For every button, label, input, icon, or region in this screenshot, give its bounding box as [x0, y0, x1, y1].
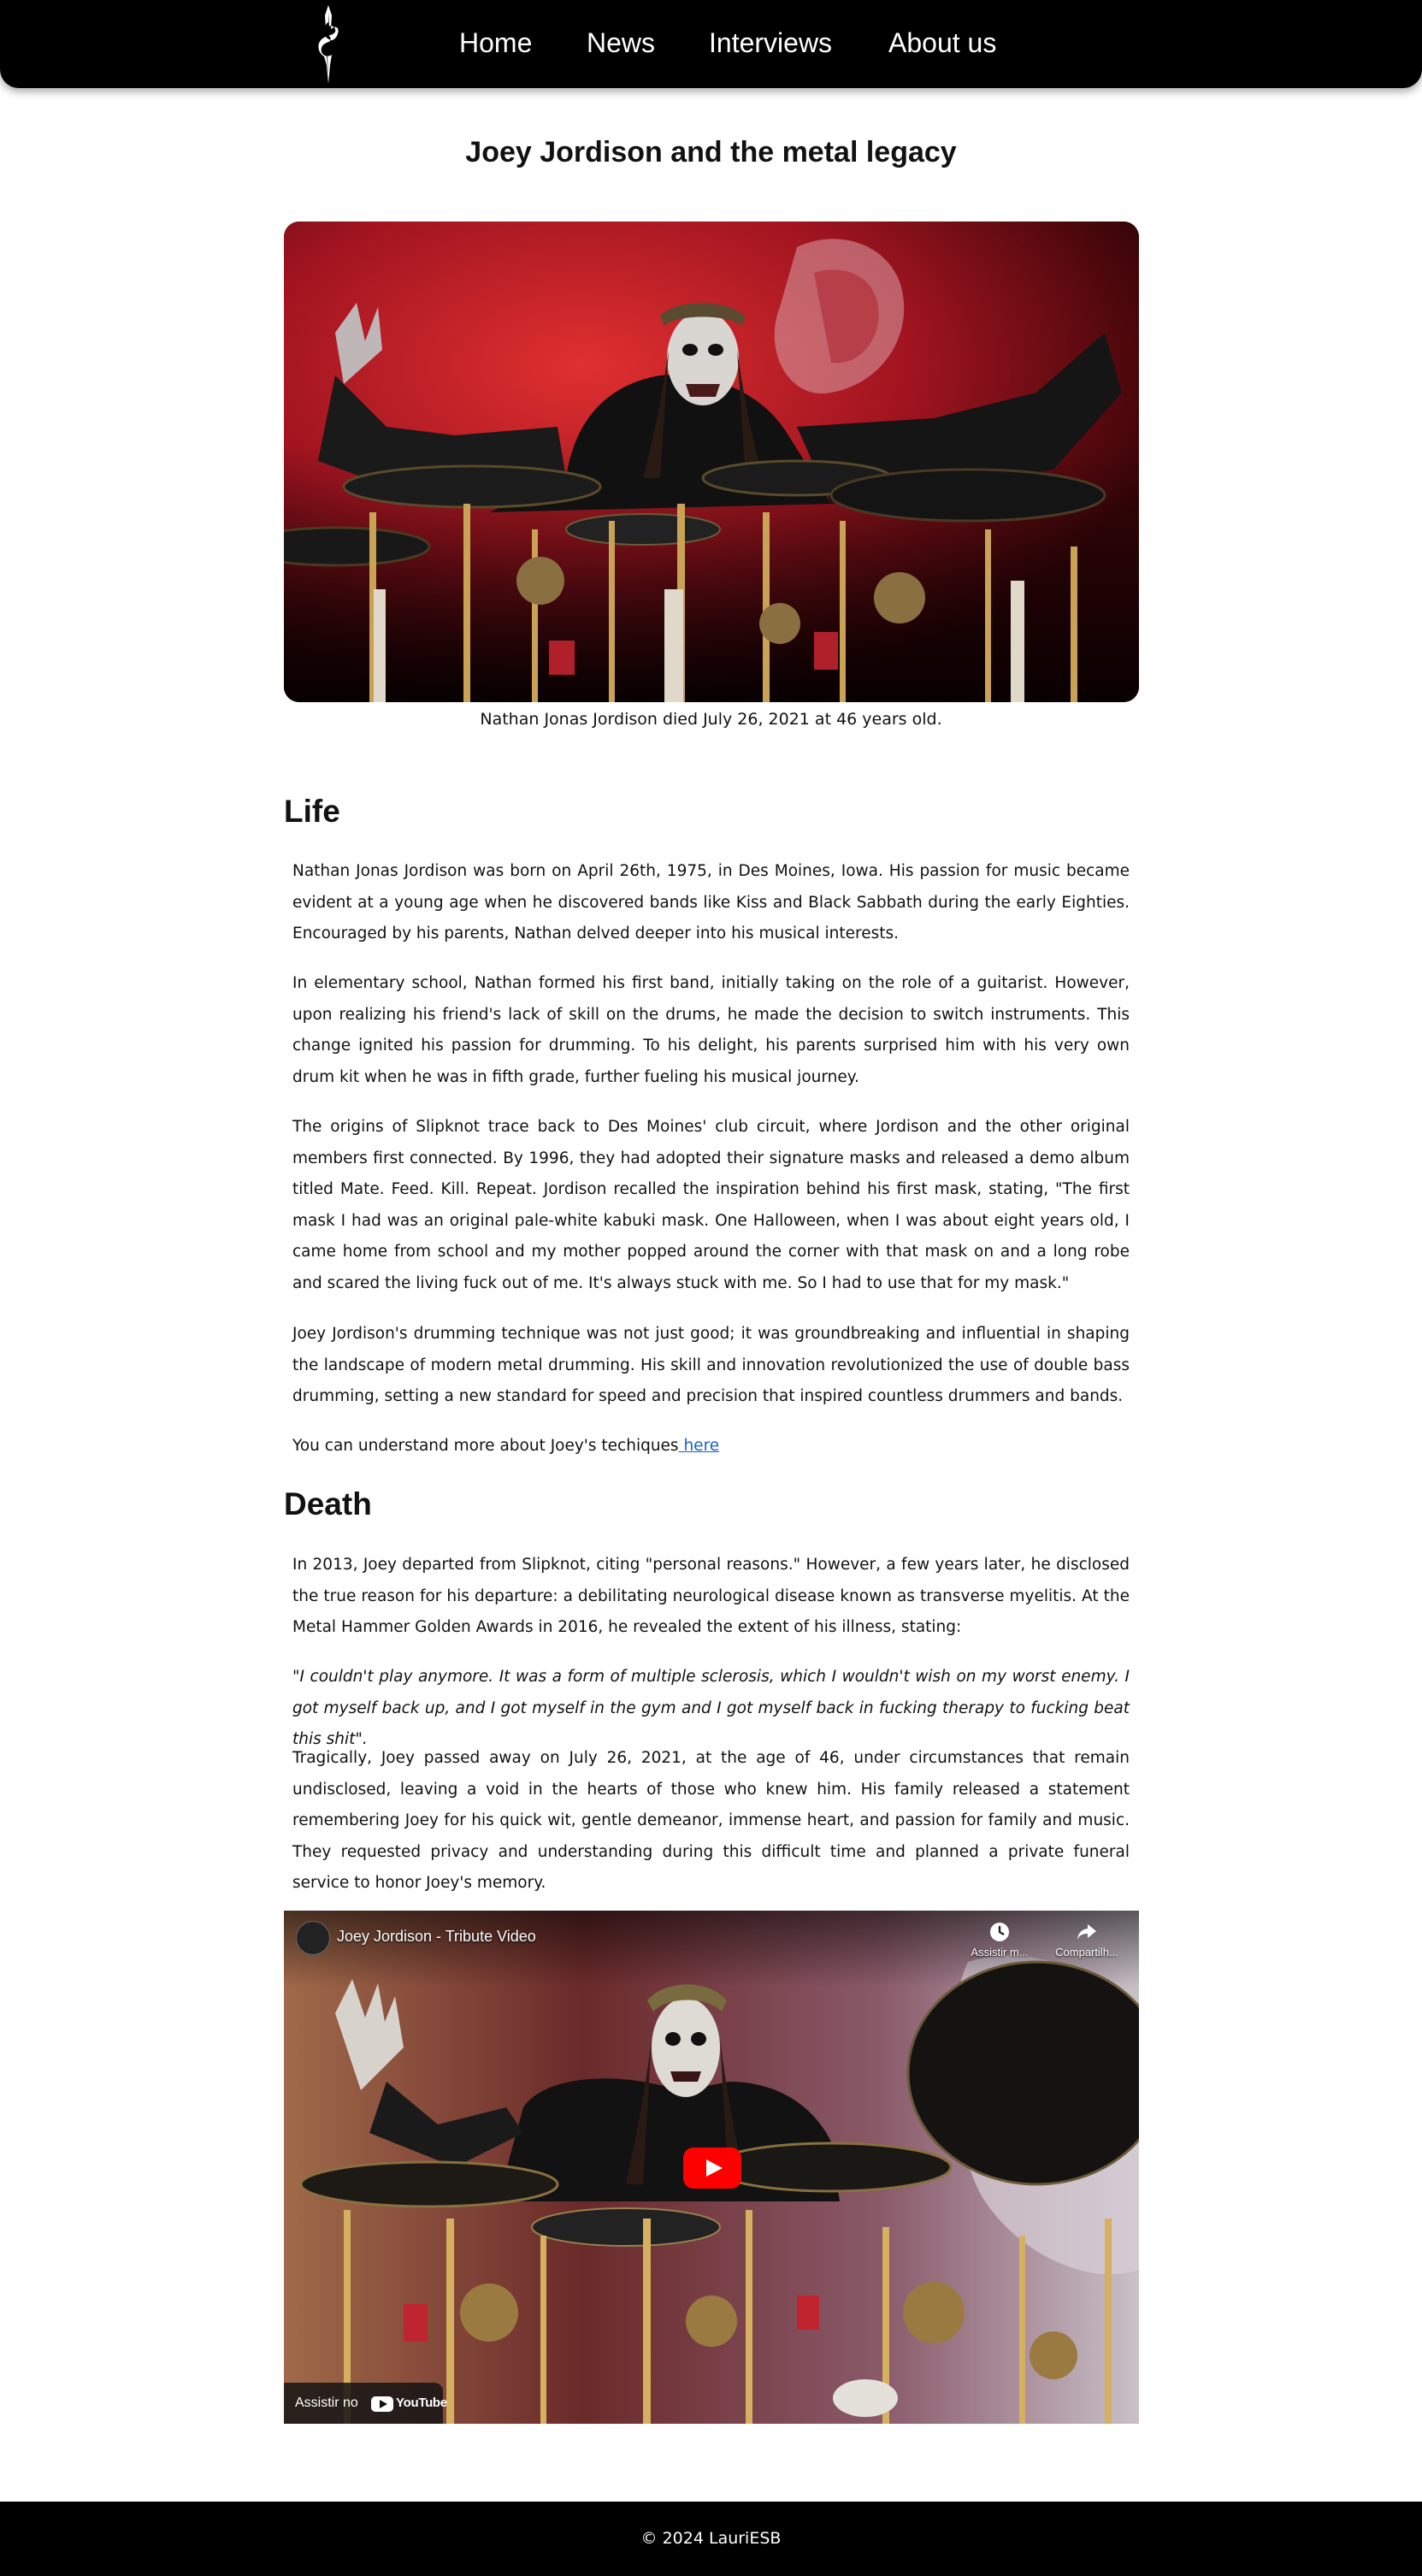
top-nav: Home News Interviews About us — [0, 0, 1422, 88]
hero-caption: Nathan Jonas Jordison died July 26, 2021… — [480, 710, 942, 729]
youtube-video-embed[interactable]: Joey Jordison - Tribute Video Assistir m… — [284, 1911, 1139, 2424]
watch-on-label: Assistir no — [295, 2396, 358, 2410]
life-heading: Life — [284, 794, 340, 829]
hero-photo — [284, 222, 1139, 702]
life-paragraph-4: Joey Jordison's drumming technique was n… — [292, 1325, 1130, 1406]
life-more-text: You can understand more about Joey's tec… — [292, 1437, 679, 1455]
life-paragraph-1: Nathan Jonas Jordison was born on April … — [292, 862, 1130, 943]
watch-later-label: Assistir m... — [971, 1946, 1029, 1959]
youtube-logo-icon — [371, 2396, 393, 2412]
death-quote: "I couldn't play anymore. It was a form … — [292, 1668, 1130, 1749]
life-paragraph-2: In elementary school, Nathan formed his … — [292, 974, 1130, 1086]
nav-link-interviews[interactable]: Interviews — [709, 26, 832, 60]
slipknot-s-logo-icon[interactable] — [311, 3, 345, 86]
video-title[interactable]: Joey Jordison - Tribute Video — [337, 1925, 536, 1947]
techniques-link[interactable]: here — [679, 1437, 719, 1455]
play-button[interactable] — [683, 2148, 741, 2189]
nav-link-about-us[interactable]: About us — [888, 26, 996, 60]
death-heading: Death — [284, 1486, 372, 1521]
nav-link-news[interactable]: News — [587, 26, 655, 60]
youtube-wordmark: YouTube — [396, 2396, 447, 2410]
channel-avatar[interactable] — [296, 1921, 330, 1955]
page-footer: © 2024 LauriESB — [0, 2502, 1422, 2576]
death-paragraph-2: Tragically, Joey passed away on July 26,… — [292, 1749, 1130, 1893]
watch-later-button[interactable]: Assistir m... — [961, 1921, 1038, 1960]
watch-on-youtube-button[interactable]: Assistir no YouTube — [284, 2383, 447, 2424]
clock-icon — [990, 1923, 1009, 1941]
share-label: Compartilh... — [1055, 1946, 1118, 1959]
page-title: Joey Jordison and the metal legacy — [465, 136, 957, 168]
footer-copyright: © 2024 LauriESB — [640, 2529, 782, 2548]
life-more-line: You can understand more about Joey's tec… — [292, 1431, 1130, 1462]
nav-link-home[interactable]: Home — [459, 26, 532, 60]
life-paragraph-3: The origins of Slipknot trace back to De… — [292, 1118, 1130, 1292]
share-arrow-icon — [1077, 1924, 1096, 1940]
share-button[interactable]: Compartilh... — [1048, 1921, 1125, 1960]
death-paragraph-1: In 2013, Joey departed from Slipknot, ci… — [292, 1556, 1130, 1637]
